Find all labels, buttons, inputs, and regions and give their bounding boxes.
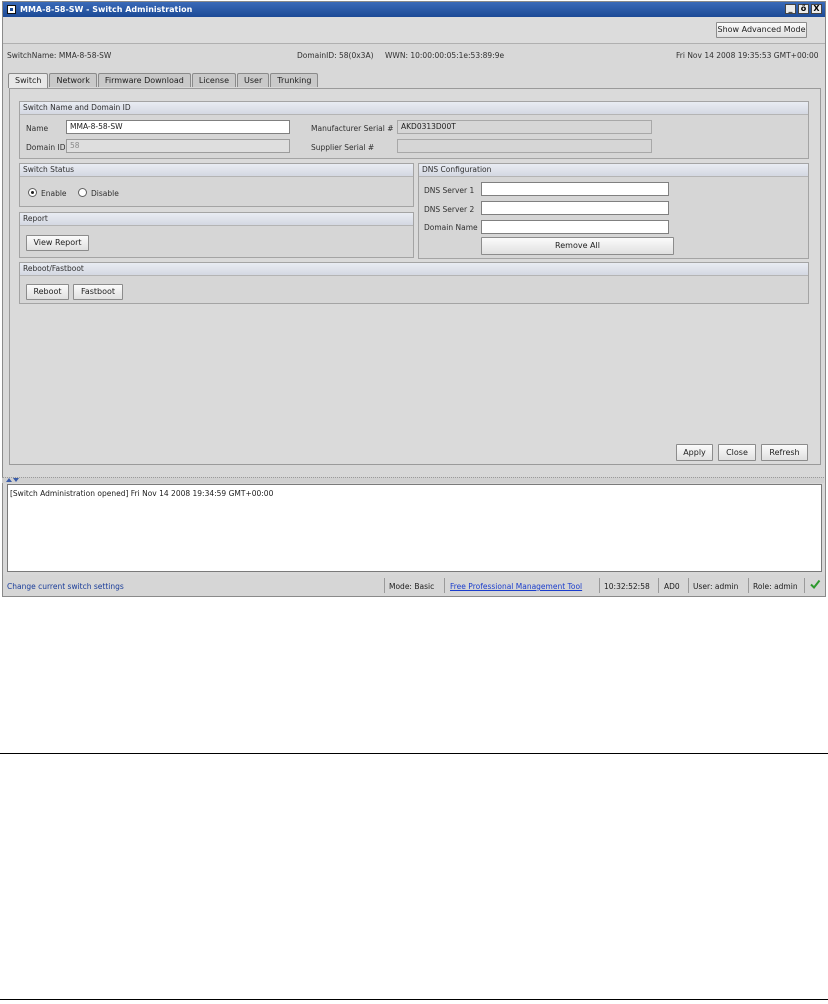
disable-radio[interactable] bbox=[78, 188, 87, 197]
status-message: Change current switch settings bbox=[7, 582, 124, 591]
domain-id-field[interactable]: 58 bbox=[66, 139, 290, 153]
datetime-info: Fri Nov 14 2008 19:35:53 GMT+00:00 bbox=[676, 51, 819, 60]
fastboot-button[interactable]: Fastboot bbox=[73, 284, 123, 300]
expand-up-icon[interactable] bbox=[6, 478, 12, 482]
enable-label: Enable bbox=[41, 189, 67, 198]
role-indicator: Role: admin bbox=[753, 582, 798, 591]
tab-switch[interactable]: Switch bbox=[8, 73, 49, 88]
supplier-serial-field bbox=[397, 139, 652, 153]
domain-id-info: DomainID: 58(0x3A) bbox=[297, 51, 374, 60]
dns-server-2-label: DNS Server 2 bbox=[424, 205, 475, 214]
dns-server-1-label: DNS Server 1 bbox=[424, 186, 475, 195]
switch-info-bar: SwitchName: MMA-8-58-SW DomainID: 58(0x3… bbox=[3, 44, 825, 66]
status-bar: Change current switch settings Mode: Bas… bbox=[3, 575, 825, 596]
tab-user[interactable]: User bbox=[237, 73, 270, 87]
free-management-tool-link[interactable]: Free Professional Management Tool bbox=[450, 582, 582, 591]
close-window-button[interactable]: X bbox=[811, 4, 822, 14]
manufacturer-serial-label: Manufacturer Serial # bbox=[311, 124, 394, 133]
app-icon bbox=[7, 5, 16, 14]
collapse-down-icon[interactable] bbox=[13, 478, 19, 482]
view-report-button[interactable]: View Report bbox=[26, 235, 89, 251]
tab-firmware-download[interactable]: Firmware Download bbox=[97, 73, 191, 87]
status-divider bbox=[804, 578, 805, 593]
mode-indicator: Mode: Basic bbox=[389, 582, 435, 591]
switch-name-group-header: Switch Name and Domain ID bbox=[20, 102, 808, 115]
show-advanced-mode-button[interactable]: Show Advanced Mode bbox=[716, 22, 807, 38]
switch-status-group: Switch Status Enable Disable bbox=[19, 163, 414, 207]
domain-id-label: Domain ID bbox=[26, 143, 66, 152]
status-divider bbox=[658, 578, 659, 593]
dns-server-1-field[interactable] bbox=[481, 182, 669, 196]
supplier-serial-label: Supplier Serial # bbox=[311, 143, 375, 152]
disable-label: Disable bbox=[91, 189, 119, 198]
ad-indicator: AD0 bbox=[664, 582, 680, 591]
domain-name-label: Domain Name bbox=[424, 223, 478, 232]
wwn-info: WWN: 10:00:00:05:1e:53:89:9e bbox=[385, 51, 505, 60]
page-divider-top bbox=[0, 753, 828, 754]
tab-network[interactable]: Network bbox=[49, 73, 97, 87]
event-log-pane: [Switch Administration opened] Fri Nov 1… bbox=[7, 484, 822, 572]
enable-radio[interactable] bbox=[28, 188, 37, 197]
report-group: Report View Report bbox=[19, 212, 414, 258]
manufacturer-serial-field: AKD0313D00T bbox=[397, 120, 652, 134]
reboot-button[interactable]: Reboot bbox=[26, 284, 69, 300]
status-divider bbox=[748, 578, 749, 593]
switch-name-group: Switch Name and Domain ID Name MMA-8-58-… bbox=[19, 101, 809, 159]
report-header: Report bbox=[20, 213, 413, 226]
status-divider bbox=[599, 578, 600, 593]
dns-server-2-field[interactable] bbox=[481, 201, 669, 215]
dns-configuration-group: DNS Configuration DNS Server 1 DNS Serve… bbox=[418, 163, 809, 259]
pane-splitter[interactable] bbox=[2, 477, 824, 483]
user-indicator: User: admin bbox=[693, 582, 739, 591]
window-title: MMA-8-58-SW - Switch Administration bbox=[20, 5, 193, 14]
dns-header: DNS Configuration bbox=[419, 164, 808, 177]
refresh-button[interactable]: Refresh bbox=[761, 444, 808, 461]
tab-trunking[interactable]: Trunking bbox=[270, 73, 319, 87]
log-entry: [Switch Administration opened] Fri Nov 1… bbox=[10, 489, 274, 498]
status-divider bbox=[444, 578, 445, 593]
reboot-header: Reboot/Fastboot bbox=[20, 263, 808, 276]
switch-name-info: SwitchName: MMA-8-58-SW bbox=[7, 51, 112, 60]
reboot-group: Reboot/Fastboot Reboot Fastboot bbox=[19, 262, 809, 304]
remove-all-button[interactable]: Remove All bbox=[481, 237, 674, 255]
close-button[interactable]: Close bbox=[718, 444, 756, 461]
toolbar: Show Advanced Mode bbox=[3, 17, 825, 44]
name-field[interactable]: MMA-8-58-SW bbox=[66, 120, 290, 134]
status-divider bbox=[384, 578, 385, 593]
domain-name-field[interactable] bbox=[481, 220, 669, 234]
minimize-button[interactable]: _ bbox=[785, 4, 796, 14]
time-indicator: 10:32:52:58 bbox=[604, 582, 650, 591]
title-bar[interactable]: MMA-8-58-SW - Switch Administration _ ő … bbox=[3, 2, 825, 17]
apply-button[interactable]: Apply bbox=[676, 444, 713, 461]
status-ok-icon bbox=[809, 578, 821, 592]
status-divider bbox=[688, 578, 689, 593]
name-label: Name bbox=[26, 124, 49, 133]
restore-button[interactable]: ő bbox=[798, 4, 809, 14]
page-divider-bottom bbox=[0, 999, 828, 1000]
switch-tab-panel: Switch Name and Domain ID Name MMA-8-58-… bbox=[9, 88, 821, 465]
switch-status-header: Switch Status bbox=[20, 164, 413, 177]
tab-bar: Switch Network Firmware Download License… bbox=[8, 73, 319, 88]
tab-license[interactable]: License bbox=[191, 73, 237, 87]
